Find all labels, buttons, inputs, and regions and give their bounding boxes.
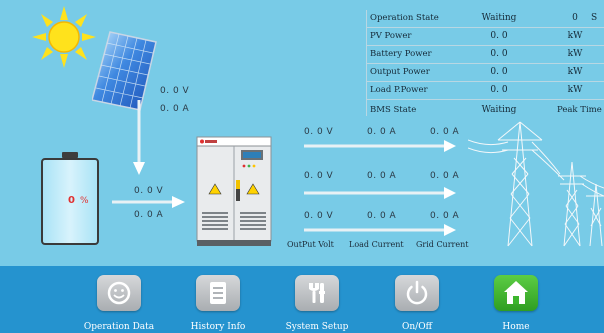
status-row: Battery Power 0. 0 kW [367,46,604,64]
nav-label: Operation Data [83,322,155,332]
status-label: Load P.Power [370,85,428,95]
status-extra: S [591,13,598,23]
status-row: Operation State Waiting 0 S [367,10,604,28]
bms-value: Waiting [481,105,517,115]
battery-voltage: 0. 0 V [134,186,164,196]
battery-current: 0. 0 A [134,210,164,220]
status-label: PV Power [370,31,412,41]
nav-system-setup[interactable]: System Setup [267,266,367,333]
status-value: 0. 0 [490,49,508,59]
nav-on-off[interactable]: On/Off [367,266,467,333]
output-flow-arrow [304,140,456,152]
nav-label: History Info [190,322,246,332]
status-value: 0. 0 [490,67,508,77]
monitor-screen: 0. 0 V 0. 0 A Operation State Waiting 0 … [0,0,604,333]
bottom-nav-bar: Operation Data History Info System Setup… [0,266,604,333]
nav-home[interactable]: Home [466,266,566,333]
nav-label: Home [502,322,530,332]
document-icon [210,282,226,304]
pv-current: 0. 0 A [160,104,190,114]
system-setup-button[interactable] [295,275,339,311]
status-row: Output Power 0. 0 kW [367,64,604,82]
output-flow-arrow [304,187,456,199]
status-value: Waiting [481,13,517,23]
pv-flow-arrow [133,100,145,175]
battery-flow-arrow [112,196,185,208]
bms-extra: Peak Time [557,105,602,115]
status-row: PV Power 0. 0 kW [367,28,604,46]
inverter-cabinet-icon [196,136,272,246]
tools-icon [309,283,325,303]
bms-label: BMS State [370,105,417,115]
load-current: 0. 0 A [367,127,397,137]
nav-operation-data[interactable]: Operation Data [69,266,169,333]
on-off-button[interactable] [395,275,439,311]
status-value: 0. 0 [490,85,508,95]
solar-panel-icon [92,31,157,111]
load-current: 0. 0 A [367,171,397,181]
status-unit: kW [567,31,583,41]
nav-label: On/Off [402,322,432,332]
nav-label: System Setup [285,322,349,332]
status-unit: kW [567,67,583,77]
output-volt: 0. 0 V [304,171,334,181]
status-table: Operation State Waiting 0 S PV Power 0. … [366,10,604,116]
home-icon [504,281,528,304]
status-label: Output Power [370,67,430,77]
load-current: 0. 0 A [367,211,397,221]
load-current-caption: Load Current [349,240,404,249]
battery-soc-value: 0 [68,195,76,206]
status-value: 0. 0 [490,31,508,41]
output-flow-arrow [304,224,456,236]
grid-current: 0. 0 A [430,127,460,137]
history-info-button[interactable] [196,275,240,311]
home-button[interactable] [494,275,538,311]
sun-icon [32,6,96,68]
output-volt-caption: OutPut Volt [287,240,334,249]
power-icon [406,280,428,305]
battery-soc-unit: % [80,196,90,206]
pv-voltage: 0. 0 V [160,86,190,96]
status-label: Battery Power [370,49,432,59]
power-grid-towers-icon [468,121,604,247]
bms-row: BMS State Waiting Peak Time [367,98,604,120]
nav-history-info[interactable]: History Info [168,266,268,333]
output-volt: 0. 0 V [304,127,334,137]
output-volt: 0. 0 V [304,211,334,221]
face-icon [107,281,131,305]
grid-current-caption: Grid Current [416,240,469,249]
grid-current: 0. 0 A [430,171,460,181]
status-unit: 0 [572,13,578,23]
operation-data-button[interactable] [97,275,141,311]
status-label: Operation State [370,13,439,23]
grid-current: 0. 0 A [430,211,460,221]
status-unit: kW [567,49,583,59]
status-unit: kW [567,85,583,95]
